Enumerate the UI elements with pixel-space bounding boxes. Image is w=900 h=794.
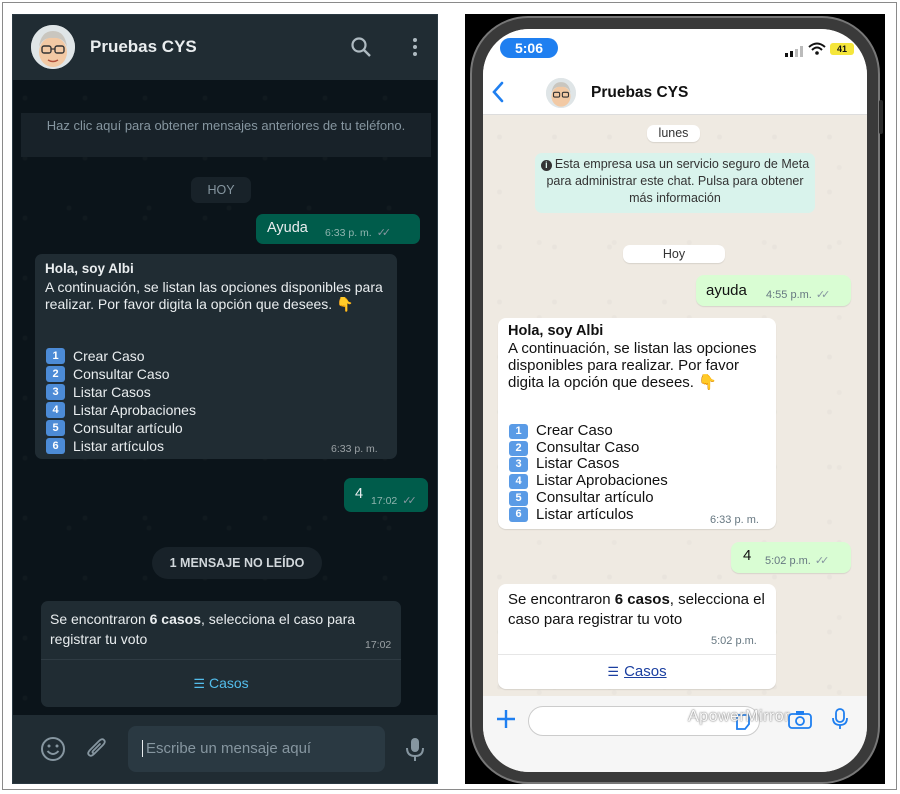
- list-icon: ☰: [607, 664, 620, 679]
- camera-icon[interactable]: [788, 710, 812, 734]
- plus-icon[interactable]: [495, 708, 517, 735]
- message-text: 4: [355, 486, 364, 502]
- list-icon: ☰: [193, 676, 205, 691]
- keycap-5-icon: 5: [46, 420, 65, 436]
- avatar[interactable]: [546, 78, 576, 108]
- read-receipt-icon: ✓✓: [814, 555, 830, 567]
- incoming-list-message[interactable]: Se encontraron 6 casos, selecciona el ca…: [498, 584, 776, 689]
- incoming-menu-message[interactable]: Hola, soy Albi A continuación, se listan…: [498, 318, 776, 529]
- keycap-4-icon: 4: [509, 473, 528, 489]
- message-time: 4:55 p.m. ✓✓: [766, 289, 831, 301]
- whatsapp-web-panel: Pruebas CYS Haz clic aquí para obtener m…: [12, 14, 438, 784]
- status-time: 5:06: [500, 38, 558, 58]
- read-receipt-icon: ✓✓: [402, 495, 417, 507]
- read-receipt-icon: ✓✓: [815, 289, 831, 301]
- options-list: 1 Crear Caso 2 Consultar Caso 3 Listar Caso…: [46, 347, 196, 455]
- option-item: 4 Listar Aprobaciones: [46, 401, 196, 419]
- message-time: 5:02 p.m. ✓✓: [765, 555, 830, 567]
- keycap-6-icon: 6: [46, 438, 65, 454]
- keycap-1-icon: 1: [46, 348, 65, 364]
- status-bar: 5:06 41: [483, 29, 867, 69]
- pointing-down-emoji: 👇: [336, 296, 354, 312]
- option-item: 2 Consultar Caso: [46, 365, 196, 383]
- older-messages-notice[interactable]: Haz clic aquí para obtener mensajes ante…: [21, 113, 431, 157]
- watermark: ApowerMirror: [688, 708, 791, 725]
- info-icon: i: [540, 160, 552, 171]
- message-text: ayuda: [706, 282, 747, 299]
- date-divider: lunes: [647, 125, 700, 142]
- microphone-icon[interactable]: [832, 708, 848, 735]
- option-item: 6 Listar artículos: [46, 437, 196, 455]
- date-divider: Hoy: [623, 245, 725, 263]
- composer-bar: ApowerMirror: [483, 696, 867, 772]
- emoji-icon[interactable]: [40, 736, 66, 767]
- side-button: [879, 100, 883, 134]
- message-text: Se encontraron 6 casos, selecciona el ca…: [50, 611, 356, 647]
- attach-icon[interactable]: [84, 736, 110, 767]
- chat-title[interactable]: Pruebas CYS: [90, 37, 197, 57]
- keycap-2-icon: 2: [46, 366, 65, 382]
- option-item: 3 Listar Casos: [46, 383, 196, 401]
- chat-body[interactable]: Haz clic aquí para obtener mensajes ante…: [13, 80, 437, 715]
- incoming-menu-message[interactable]: Hola, soy Albi A continuación, se listan…: [35, 254, 397, 459]
- option-item: 2 Consultar Caso: [509, 439, 668, 457]
- message-time: 5:02 p.m.: [711, 635, 757, 647]
- option-item: 3 Listar Casos: [509, 456, 668, 473]
- casos-list-button[interactable]: ☰ Casos: [498, 655, 776, 688]
- back-chevron-icon[interactable]: [491, 81, 505, 108]
- option-item: 1 Crear Caso: [46, 347, 196, 365]
- read-receipt-icon: ✓✓: [376, 227, 392, 239]
- battery-icon: 41: [830, 43, 854, 55]
- option-item: 5 Consultar artículo: [46, 419, 196, 437]
- option-item: 4 Listar Aprobaciones: [509, 472, 668, 490]
- avatar[interactable]: [31, 25, 75, 69]
- message-time: 17:02 ✓✓: [371, 495, 417, 507]
- date-divider: HOY: [191, 177, 251, 203]
- unread-divider: 1 MENSAJE NO LEÍDO: [152, 547, 322, 579]
- message-text: Se encontraron 6 casos, selecciona el ca…: [508, 591, 765, 628]
- keycap-3-icon: 3: [509, 457, 528, 473]
- pointing-down-emoji: 👇: [698, 374, 717, 391]
- message-greeting: Hola, soy Albi: [508, 323, 604, 339]
- options-list: 1 Crear Caso 2 Consultar Caso 3 Listar Caso…: [509, 422, 668, 524]
- chat-header: Pruebas CYS: [483, 69, 867, 115]
- outgoing-message[interactable]: 4 17:02 ✓✓: [344, 478, 428, 512]
- message-time: 6:33 p. m.: [331, 443, 378, 455]
- keycap-6-icon: 6: [509, 507, 528, 523]
- message-body: A continuación, se listan las opciones d…: [45, 279, 383, 312]
- outgoing-message[interactable]: ayuda 4:55 p.m. ✓✓: [696, 275, 851, 306]
- encryption-info-notice[interactable]: i Esta empresa usa un servicio seguro de …: [535, 153, 815, 213]
- composer-bar: Escribe un mensaje aquí: [13, 715, 437, 783]
- incoming-list-message[interactable]: Se encontraron 6 casos, selecciona el ca…: [41, 601, 401, 707]
- wifi-icon: [808, 42, 826, 60]
- option-item: 6 Listar artículos: [509, 506, 668, 524]
- message-text: 4: [743, 547, 752, 564]
- signal-icon: [785, 44, 803, 62]
- message-greeting: Hola, soy Albi: [45, 261, 134, 276]
- outgoing-message[interactable]: 4 5:02 p.m. ✓✓: [731, 542, 851, 573]
- search-icon[interactable]: [349, 35, 373, 59]
- option-item: 1 Crear Caso: [509, 422, 668, 440]
- keycap-3-icon: 3: [46, 384, 65, 400]
- phone-screen: 5:06 41 Pruebas CYS lunes i Esta empresa …: [483, 29, 867, 772]
- microphone-icon[interactable]: [403, 736, 427, 767]
- message-body: A continuación, se listan las opciones d…: [508, 340, 757, 391]
- casos-list-button[interactable]: ☰ Casos: [41, 660, 401, 706]
- outgoing-message[interactable]: Ayuda 6:33 p. m. ✓✓: [256, 214, 420, 244]
- keycap-4-icon: 4: [46, 402, 65, 418]
- message-input[interactable]: Escribe un mensaje aquí: [128, 726, 385, 772]
- message-time: 17:02: [365, 639, 392, 651]
- message-time: 6:33 p. m. ✓✓: [325, 227, 392, 239]
- message-time: 6:33 p. m.: [710, 514, 759, 526]
- keycap-5-icon: 5: [509, 490, 528, 506]
- keycap-2-icon: 2: [509, 440, 528, 456]
- chat-body[interactable]: lunes i Esta empresa usa un servicio segu…: [483, 115, 867, 696]
- option-item: 5 Consultar artículo: [509, 489, 668, 507]
- chat-header: Pruebas CYS: [13, 15, 437, 80]
- chat-title[interactable]: Pruebas CYS: [591, 84, 688, 102]
- keycap-1-icon: 1: [509, 423, 528, 439]
- message-text: Ayuda: [267, 220, 308, 236]
- more-options-icon[interactable]: [403, 35, 427, 59]
